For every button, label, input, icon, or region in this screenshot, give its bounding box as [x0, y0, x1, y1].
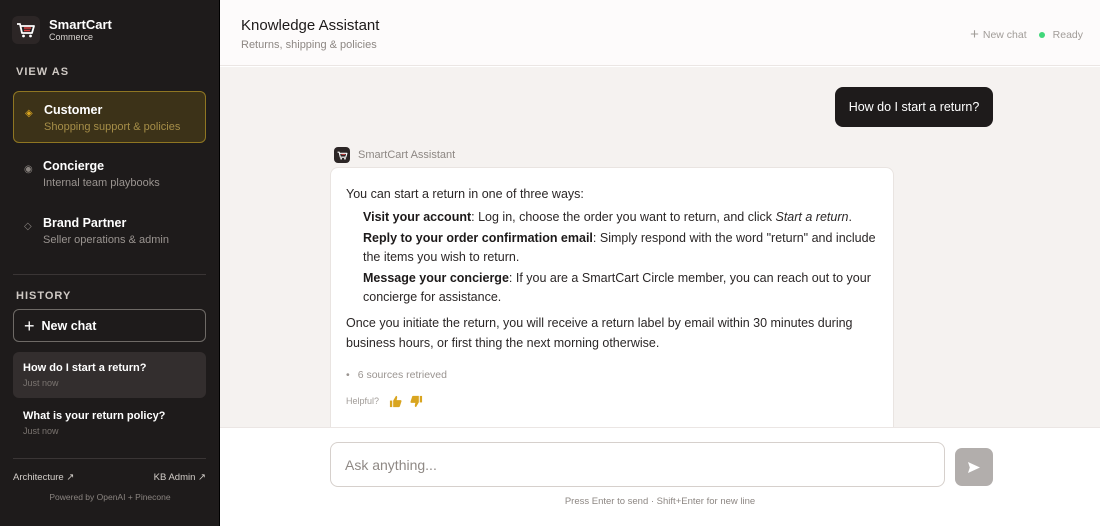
brand[interactable]: SmartCart Commerce: [12, 16, 112, 44]
helpful-label: Helpful?: [346, 396, 380, 406]
assistant-message: You can start a return in one of three w…: [330, 167, 894, 427]
brand-name: SmartCart: [49, 17, 112, 32]
view-as-label: VIEW AS: [16, 66, 70, 78]
list-item: Visit your account: Log in, choose the o…: [363, 208, 878, 228]
new-chat-button[interactable]: + New chat: [13, 309, 206, 342]
send-button[interactable]: [955, 448, 993, 486]
option-key: Message your concierge: [363, 270, 509, 285]
kb-admin-link[interactable]: KB Admin ↗: [154, 472, 206, 483]
assistant-header: SmartCart Assistant: [334, 147, 455, 163]
role-title: Customer: [44, 103, 103, 117]
thumbs-down-icon[interactable]: [410, 395, 423, 408]
top-bar: Knowledge Assistant Returns, shipping & …: [220, 0, 1100, 66]
header-new-chat-label: New chat: [982, 29, 1027, 41]
history-item[interactable]: How do I start a return? Just now: [13, 352, 206, 398]
header-new-chat-button[interactable]: + New chat: [970, 27, 1027, 43]
plus-icon: +: [970, 26, 979, 43]
answer-intro: You can start a return in one of three w…: [346, 187, 584, 201]
role-desc: Shopping support & policies: [44, 121, 181, 133]
status-dot-icon: [1038, 32, 1045, 38]
list-item: Reply to your order confirmation email: …: [363, 229, 878, 268]
role-title: Brand Partner: [43, 216, 127, 230]
option-emphasis: Start a return: [775, 210, 849, 224]
role-customer[interactable]: ◈ Customer Shopping support & policies: [13, 91, 206, 143]
chat-area: How do I start a return? SmartCart Assis…: [220, 67, 1100, 427]
message-input[interactable]: [330, 442, 945, 487]
sidebar-divider: [13, 274, 206, 275]
option-key: Reply to your order confirmation email: [363, 230, 593, 245]
sources-label: 6 sources retrieved: [357, 368, 447, 381]
role-title: Concierge: [43, 159, 105, 173]
powered-by: Powered by OpenAI + Pinecone: [49, 492, 171, 502]
diamond-outline-icon: ◇: [24, 221, 32, 232]
history-item[interactable]: What is your return policy? Just now: [13, 400, 206, 446]
answer-outro: Once you initiate the return, you will r…: [346, 315, 853, 350]
bullet-icon: •: [346, 368, 350, 381]
history-label: HISTORY: [16, 290, 72, 302]
sources-toggle[interactable]: • 6 sources retrieved: [346, 369, 878, 381]
diamond-icon: ◈: [25, 108, 33, 119]
option-text: : Log in, choose the order you want to r…: [471, 210, 776, 224]
composer: Press Enter to send · Shift+Enter for ne…: [220, 427, 1100, 526]
history-time: Just now: [23, 426, 59, 436]
sidebar: SmartCart Commerce VIEW AS ◈ Customer Sh…: [0, 0, 220, 526]
role-desc: Internal team playbooks: [43, 177, 160, 189]
architecture-link[interactable]: Architecture ↗: [13, 472, 74, 483]
option-text: .: [848, 210, 852, 224]
role-desc: Seller operations & admin: [43, 234, 169, 246]
history-time: Just now: [23, 378, 59, 388]
status-text: Ready: [1052, 29, 1083, 41]
page-title: Knowledge Assistant: [241, 17, 380, 34]
list-item: Message your concierge: If you are a Sma…: [363, 269, 878, 308]
circle-icon: ◉: [24, 164, 33, 175]
new-chat-label: New chat: [41, 318, 97, 333]
page-subtitle: Returns, shipping & policies: [241, 39, 377, 51]
feedback-row: Helpful?: [346, 395, 878, 408]
brand-subtitle: Commerce: [49, 32, 94, 42]
assistant-name: SmartCart Assistant: [358, 149, 456, 161]
role-brand-partner[interactable]: ◇ Brand Partner Seller operations & admi…: [13, 205, 206, 257]
history-title: How do I start a return?: [23, 362, 147, 374]
assistant-avatar-icon: [334, 147, 350, 163]
history-title: What is your return policy?: [23, 410, 166, 422]
cart-logo-icon: [12, 16, 40, 44]
sidebar-divider: [13, 458, 206, 459]
thumbs-up-icon[interactable]: [389, 395, 402, 408]
role-concierge[interactable]: ◉ Concierge Internal team playbooks: [13, 148, 206, 200]
answer-options: Visit your account: Log in, choose the o…: [363, 208, 878, 308]
send-icon: [968, 461, 980, 473]
plus-icon: +: [24, 315, 35, 336]
composer-hint: Press Enter to send · Shift+Enter for ne…: [564, 496, 756, 507]
user-message: How do I start a return?: [835, 87, 993, 127]
option-key: Visit your account: [363, 210, 472, 224]
